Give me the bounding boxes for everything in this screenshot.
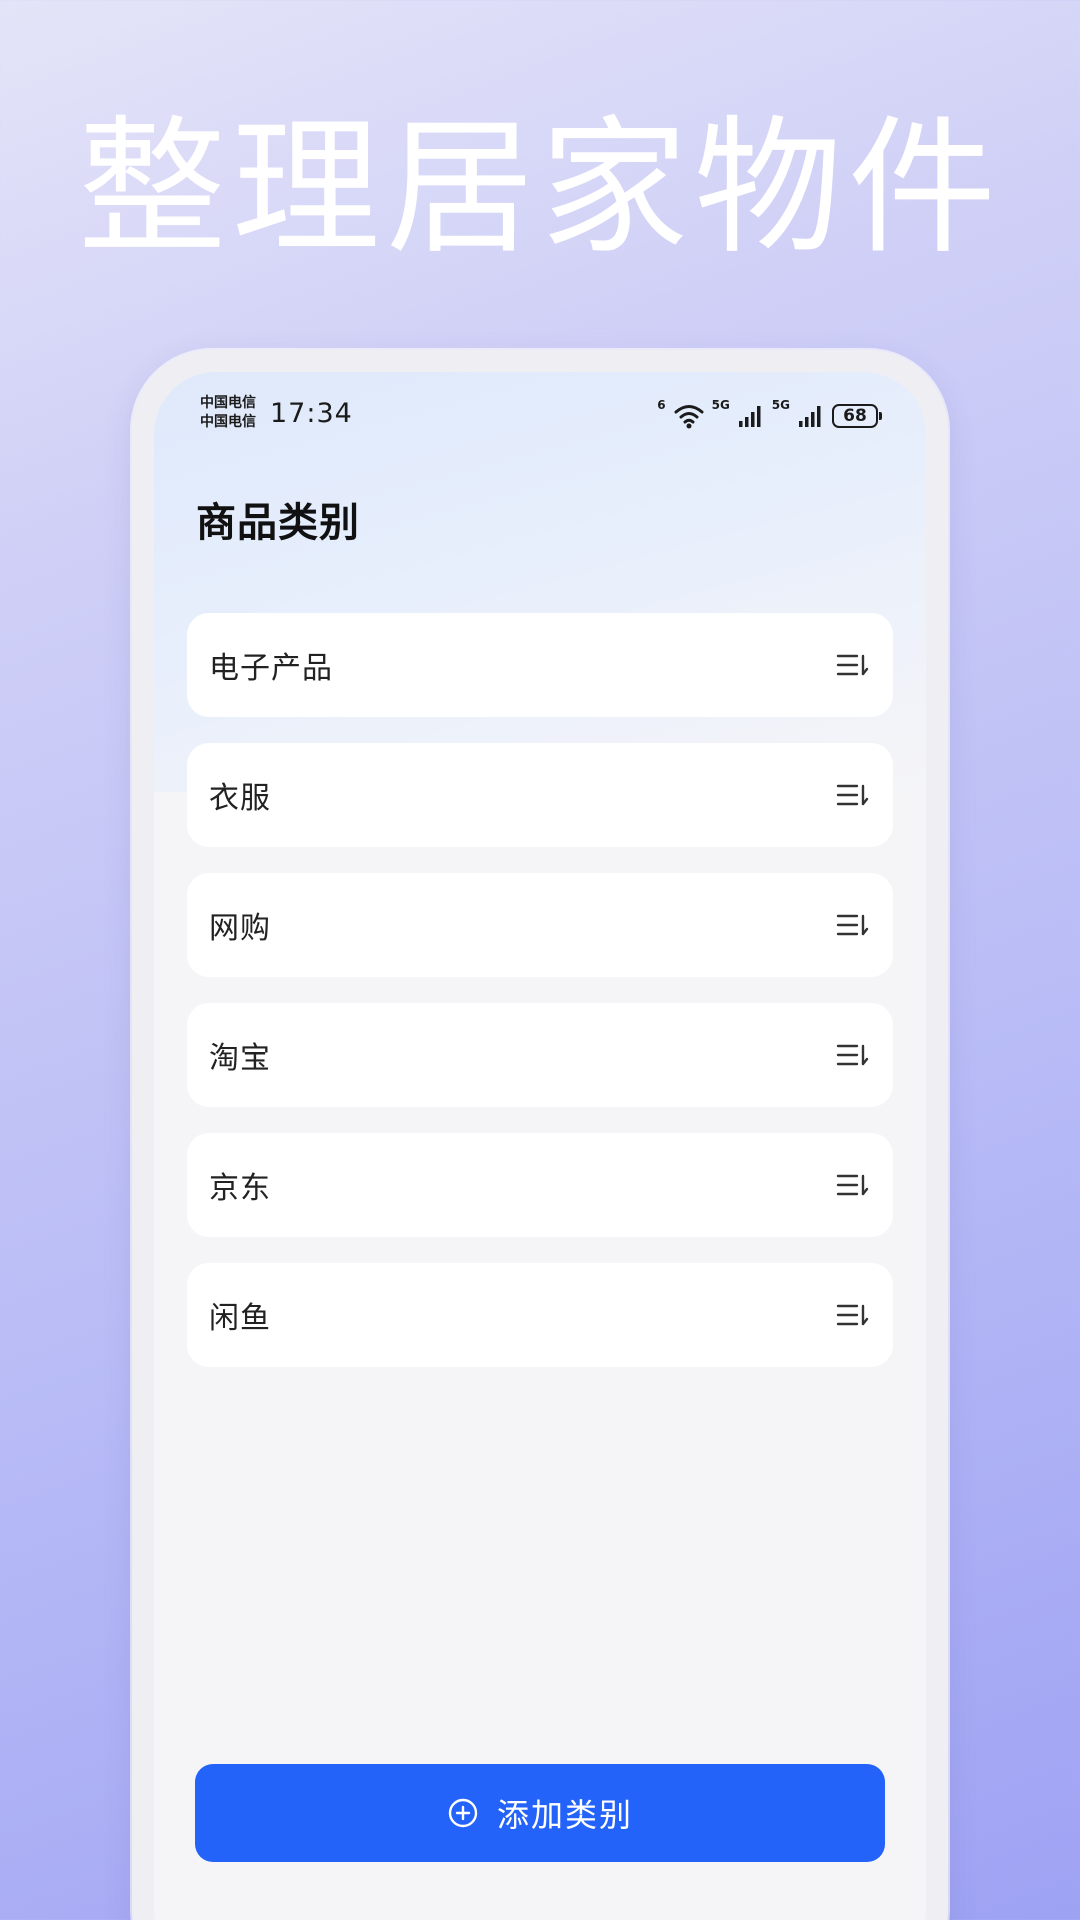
sort-icon[interactable] <box>835 910 871 940</box>
carrier-labels: 中国电信 中国电信 <box>200 394 256 432</box>
add-category-label: 添加类别 <box>496 1796 633 1834</box>
category-label: 衣服 <box>209 781 271 816</box>
category-item[interactable]: 电子产品 <box>187 613 893 717</box>
signal-icon-1 <box>738 406 761 427</box>
promo-headline: 整理居家物件 <box>78 102 1002 274</box>
sort-icon[interactable] <box>835 780 871 810</box>
category-item[interactable]: 衣服 <box>187 743 893 847</box>
category-item[interactable]: 网购 <box>187 873 893 977</box>
sort-icon[interactable] <box>835 650 871 680</box>
status-icons: 6 5G 5G 68 <box>657 396 882 436</box>
sort-icon[interactable] <box>835 1040 871 1070</box>
category-label: 淘宝 <box>209 1041 271 1076</box>
category-label: 网购 <box>209 911 271 946</box>
category-item[interactable]: 京东 <box>187 1133 893 1237</box>
plus-circle-icon <box>448 1798 478 1828</box>
phone-screen: 中国电信 中国电信 17:34 6 5G 5G 68 商品类别 电子产品 衣服 … <box>154 372 926 1920</box>
carrier-2: 中国电信 <box>200 414 256 430</box>
category-label: 闲鱼 <box>209 1301 271 1336</box>
sim1-label: 5G <box>711 398 730 412</box>
add-category-button[interactable]: 添加类别 <box>195 1764 885 1862</box>
carrier-1: 中国电信 <box>200 395 256 411</box>
battery-level: 68 <box>843 406 867 426</box>
wifi-label: 6 <box>657 398 666 412</box>
status-time: 17:34 <box>270 398 353 429</box>
sim2-label: 5G <box>771 398 790 412</box>
category-list: 电子产品 衣服 网购 淘宝 京东 闲鱼 <box>187 613 893 1393</box>
sort-icon[interactable] <box>835 1300 871 1330</box>
status-bar: 中国电信 中国电信 17:34 6 5G 5G 68 <box>154 372 926 462</box>
signal-icon-2 <box>799 406 821 427</box>
category-label: 电子产品 <box>209 651 333 686</box>
category-item[interactable]: 淘宝 <box>187 1003 893 1107</box>
category-label: 京东 <box>209 1171 271 1206</box>
category-item[interactable]: 闲鱼 <box>187 1263 893 1367</box>
sort-icon[interactable] <box>835 1170 871 1200</box>
page-title: 商品类别 <box>196 500 360 546</box>
battery-icon: 68 <box>832 404 882 428</box>
wifi-icon <box>674 405 704 429</box>
